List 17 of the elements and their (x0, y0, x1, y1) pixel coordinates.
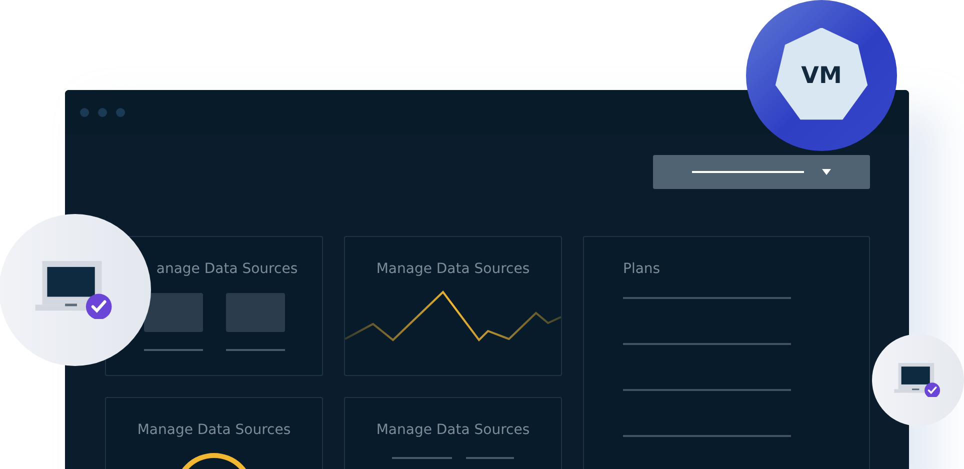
card-title: Manage Data Sources (376, 261, 530, 277)
window-dot (80, 108, 89, 116)
text-line (392, 457, 452, 459)
card-title: Manage Data Sources (137, 422, 291, 438)
placeholder-tile (144, 293, 202, 332)
laptop-check-icon (894, 362, 942, 398)
card-title: Plans (623, 261, 660, 277)
text-line (144, 349, 202, 351)
text-line (226, 349, 284, 351)
caret-icon (822, 169, 831, 175)
window-dot (98, 108, 107, 116)
placeholder-tile (226, 293, 284, 332)
window-dot (116, 108, 125, 116)
card-title: anage Data Sources (155, 261, 298, 277)
card-title: Manage Data Sources (376, 422, 530, 438)
text-line (466, 457, 514, 459)
dropdown[interactable] (653, 155, 870, 189)
